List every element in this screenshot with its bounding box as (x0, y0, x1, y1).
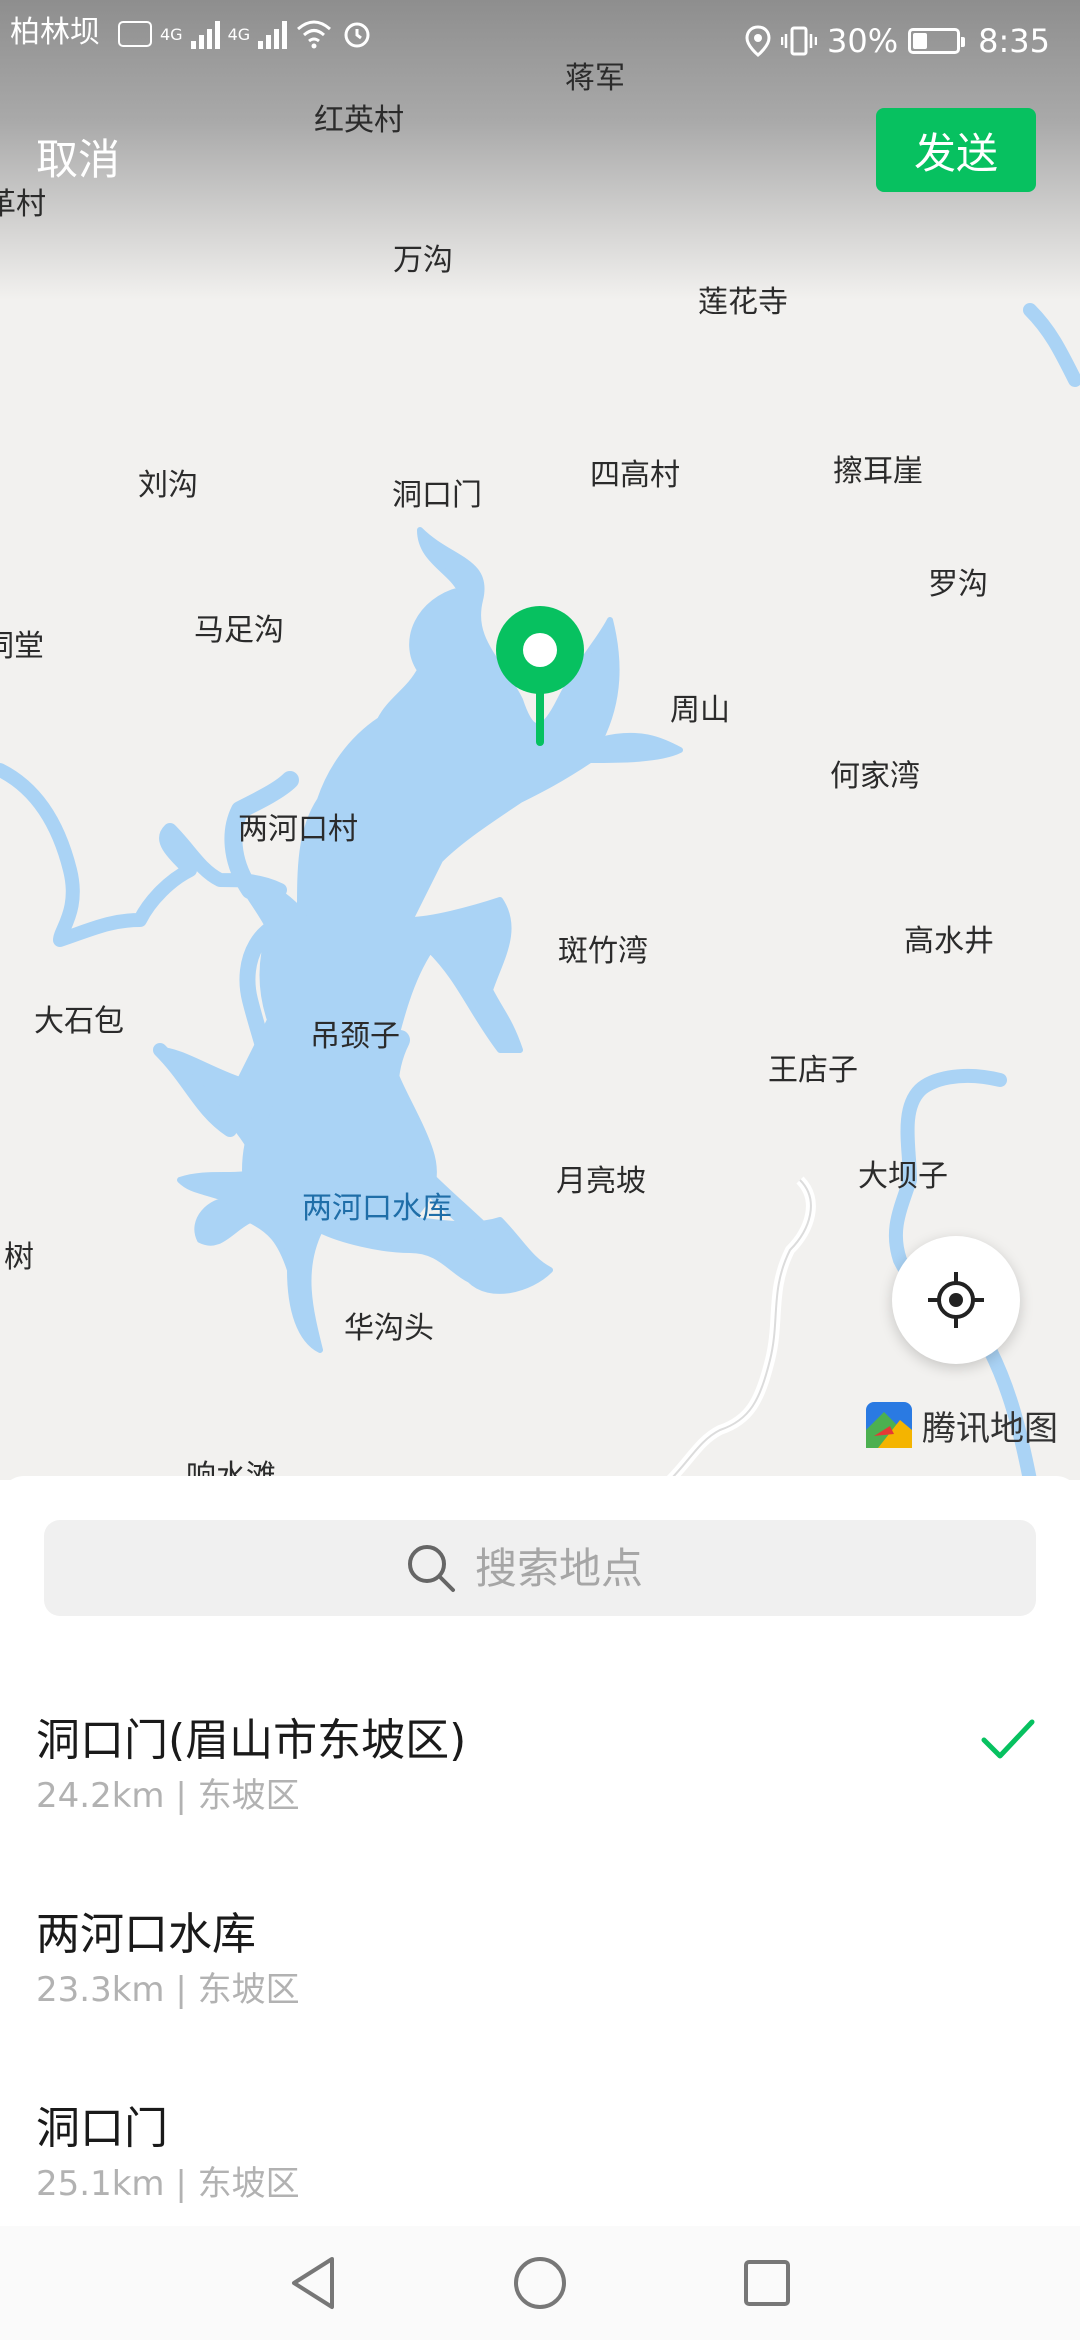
place-label: 洞口门 (392, 478, 482, 513)
result-separator: | (164, 1970, 198, 2010)
place-label: 斑竹湾 (558, 934, 648, 969)
home-circle-icon (513, 2257, 566, 2309)
place-label: 王店子 (768, 1053, 858, 1088)
alarm-icon (344, 22, 370, 48)
search-bar[interactable] (44, 1520, 1036, 1616)
signal-icon (258, 19, 288, 49)
result-distance: 25.1km (36, 2164, 165, 2204)
battery-percent: 30% (827, 22, 899, 60)
place-label: 马足沟 (194, 613, 284, 648)
result-name: 洞口门 (36, 2103, 168, 2154)
my-location-button[interactable] (892, 1236, 1020, 1364)
location-icon (745, 25, 771, 57)
cancel-button[interactable]: 取消 (36, 126, 120, 187)
result-name: 两河口水库 (36, 1909, 256, 1960)
results-sheet: 洞口门(眉山市东坡区) 24.2km | 东坡区 两河口水库 23.3km | … (0, 1476, 1080, 2226)
place-label: 吊颈子 (310, 1019, 400, 1054)
place-label: 大石包 (34, 1004, 124, 1039)
recents-square-icon (743, 2260, 790, 2306)
search-icon (408, 1545, 455, 1592)
result-separator: | (164, 2164, 198, 2204)
search-input[interactable] (475, 1543, 675, 1593)
place-label: 周山 (670, 693, 730, 728)
result-item[interactable]: 洞口门(眉山市东坡区) 24.2km | 东坡区 (36, 1704, 1036, 1894)
place-label-water: 两河口水库 (302, 1191, 452, 1226)
result-details: 25.1km | 东坡区 (36, 2156, 300, 2205)
result-district: 东坡区 (197, 2164, 300, 2204)
network-type-2: 4G (227, 24, 251, 44)
hd-icon (118, 21, 152, 47)
vibrate-icon (781, 26, 818, 56)
result-details: 24.2km | 东坡区 (36, 1768, 300, 1817)
result-item[interactable]: 两河口水库 23.3km | 东坡区 (36, 1898, 1036, 2088)
place-label: 刘沟 (138, 468, 198, 503)
map-view[interactable]: 柏林坝 蒋军 红英村 革村 万沟 莲花寺 刘沟 洞口门 四高村 擦耳崖 罗沟 祠… (0, 0, 1080, 1480)
checkmark-icon (981, 1719, 1035, 1759)
location-pin-icon (496, 606, 584, 752)
signal-icon (190, 19, 220, 49)
status-bar: 4G 4G 30% 8:35 (0, 0, 1080, 84)
network-type-1: 4G (160, 24, 183, 44)
result-separator: | (164, 1776, 198, 1816)
place-label: 高水井 (904, 924, 994, 959)
result-district: 东坡区 (197, 1970, 300, 2010)
result-details: 23.3km | 东坡区 (36, 1962, 300, 2011)
place-label: 月亮坡 (556, 1164, 646, 1199)
place-label: 祠堂 (0, 629, 44, 664)
place-label: 罗沟 (928, 567, 988, 602)
place-label: 四高村 (590, 458, 680, 493)
place-label: 华沟头 (344, 1311, 434, 1346)
result-item[interactable]: 洞口门 25.1km | 东坡区 (36, 2092, 1036, 2222)
result-district: 东坡区 (197, 1776, 300, 1816)
place-label: 大坝子 (858, 1159, 948, 1194)
place-label: 革村 (0, 187, 46, 222)
tencent-map-logo: 腾讯地图 (864, 1400, 1058, 1450)
status-left: 4G 4G (10, 18, 373, 50)
wifi-icon (297, 20, 332, 49)
recents-button[interactable] (732, 2248, 802, 2318)
place-label: 树 (4, 1240, 34, 1275)
system-nav-bar (0, 2226, 1080, 2340)
crosshair-icon (928, 1272, 984, 1328)
result-distance: 23.3km (36, 1970, 165, 2010)
place-label: 擦耳崖 (833, 454, 923, 489)
battery-fill (913, 33, 927, 49)
place-label: 万沟 (393, 243, 453, 278)
place-label: 红英村 (314, 103, 404, 138)
place-label: 两河口村 (238, 812, 358, 847)
place-label: 莲花寺 (698, 285, 788, 320)
place-label: 何家湾 (830, 759, 920, 794)
back-button[interactable] (278, 2248, 348, 2318)
back-triangle-icon (292, 2257, 335, 2309)
tencent-map-icon (866, 1402, 912, 1448)
map-logo-text: 腾讯地图 (922, 1408, 1058, 1449)
status-time: 8:35 (978, 22, 1050, 60)
result-name: 洞口门(眉山市东坡区) (36, 1715, 467, 1766)
result-distance: 24.2km (36, 1776, 165, 1816)
status-right: 30% 8:35 (745, 22, 1050, 60)
send-button[interactable]: 发送 (876, 108, 1036, 192)
battery-icon (908, 28, 966, 54)
home-button[interactable] (505, 2248, 575, 2318)
